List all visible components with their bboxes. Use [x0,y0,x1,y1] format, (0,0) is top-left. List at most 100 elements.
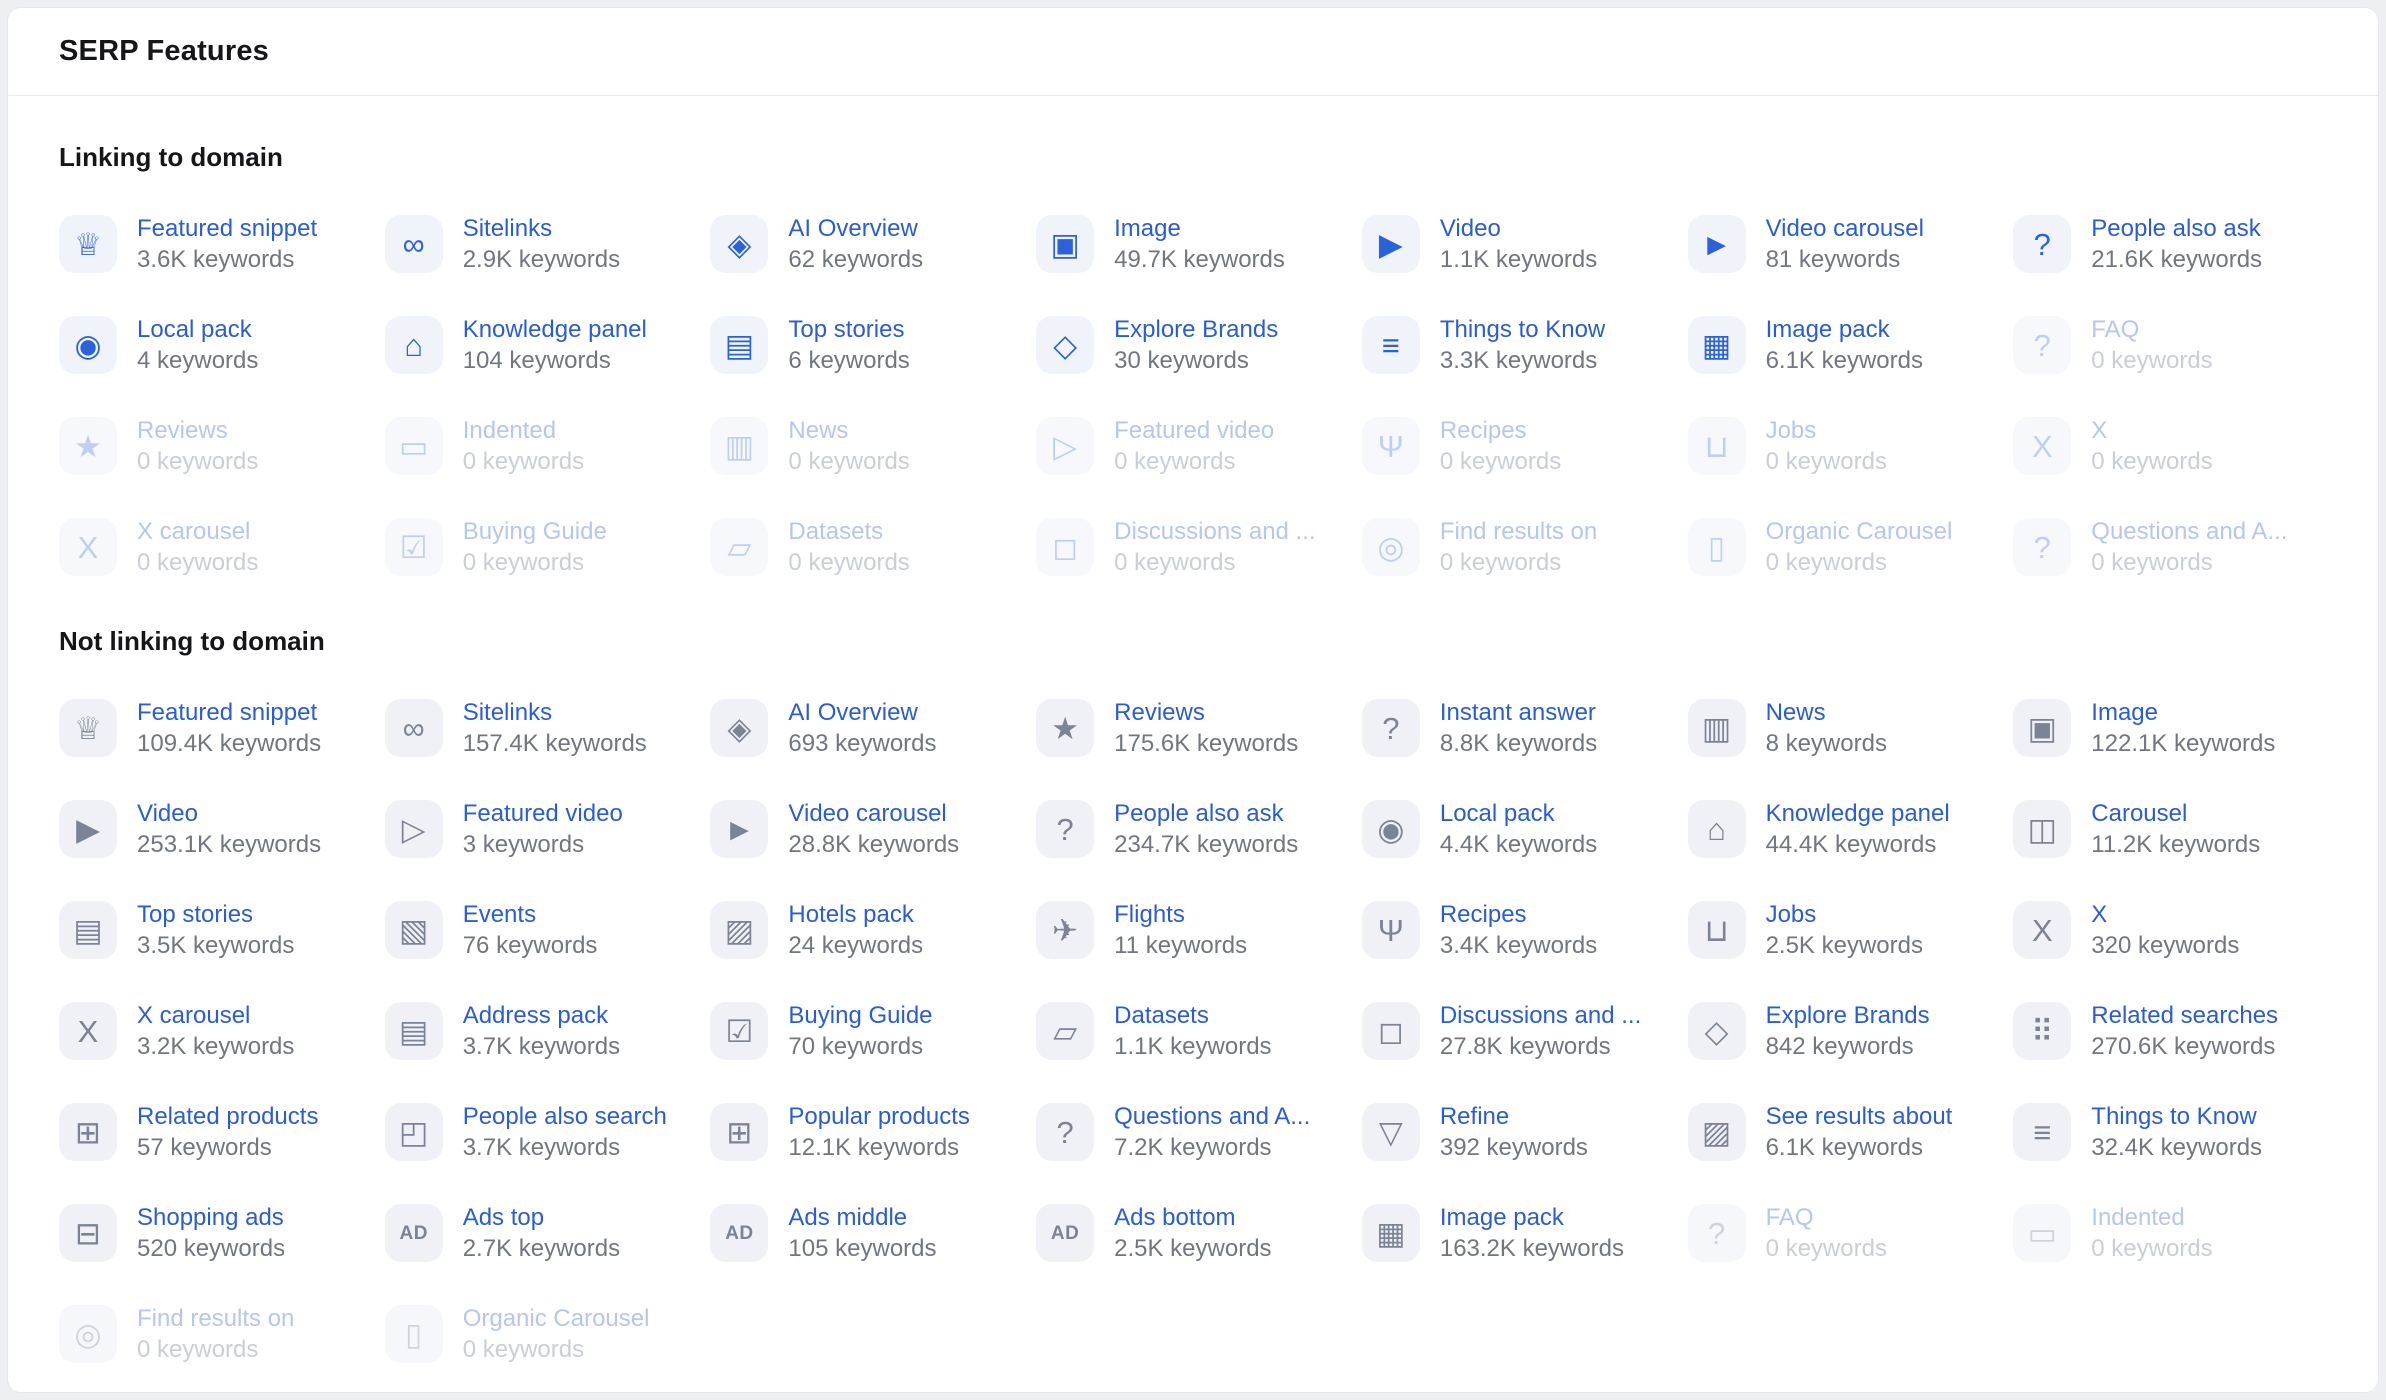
feature-link[interactable]: Image [1114,213,1285,244]
feature-link[interactable]: Ads bottom [1114,1202,1271,1233]
feature-link[interactable]: Jobs [1766,899,1923,930]
tag-icon: ◇ [1036,316,1095,374]
feature-link[interactable]: AI Overview [788,697,936,728]
feature-link: Organic Carousel [462,1305,650,1332]
image-pack-icon: ▦ [1361,1204,1420,1262]
feature-link[interactable]: Related products [137,1101,318,1132]
feature-link[interactable]: Popular products [788,1101,969,1132]
feature-link[interactable]: Things to Know [1440,314,1605,345]
feature-link: Indented [462,417,557,444]
feature-keyword-count: 0 keywords [1765,549,1887,576]
news-icon: ▥ [710,417,769,475]
feature-link[interactable]: Sitelinks [463,213,620,244]
feature-link[interactable]: Explore Brands [1114,314,1278,345]
feature-link[interactable]: Events [463,899,598,930]
feature-keyword-count: 2.9K keywords [462,246,621,273]
featured-video-icon: ▷ [1036,417,1095,475]
feature-item: ◈ AI Overview 693 keywords [710,695,1024,761]
feature-link[interactable]: Address pack [463,1000,620,1031]
instant-answer-icon: ? [1361,699,1420,757]
feature-item: ◎ Find results on 0 keywords [1361,514,1676,580]
feature-link[interactable]: Related searches [2091,1000,2278,1031]
feature-link: FAQ [1765,1204,1814,1231]
feature-link[interactable]: News [1766,697,1887,728]
feature-item: ▥ News 0 keywords [710,413,1024,479]
feature-link: X carousel [137,518,251,545]
search-check-icon: ◎ [1361,518,1420,576]
feature-keyword-count: 693 keywords [788,730,937,757]
feature-link[interactable]: Video [137,798,321,829]
feature-item: ► Video carousel 81 keywords [1687,211,2002,277]
feature-link[interactable]: Flights [1114,899,1247,930]
feature-link[interactable]: Refine [1440,1101,1588,1132]
feature-keyword-count: 392 keywords [1439,1134,1588,1161]
feature-item: ≡ Things to Know 3.3K keywords [1361,312,1676,378]
feature-link[interactable]: See results about [1766,1101,1953,1132]
feature-item: ◫ Carousel 11.2K keywords [2013,796,2327,862]
panel-header: SERP Features [8,8,2378,96]
feature-link[interactable]: Featured snippet [137,213,317,244]
question-circle-icon: ? [2013,316,2072,374]
feature-link: Find results on [137,1305,295,1332]
feature-link[interactable]: Hotels pack [788,899,923,930]
indented-icon: ▭ [2013,1204,2072,1262]
feature-link[interactable]: AI Overview [788,213,923,244]
panel-content: Linking to domain ♕ Featured snippet 3.6… [8,142,2378,1367]
section-linking: Linking to domain ♕ Featured snippet 3.6… [59,142,2327,580]
feature-link[interactable]: Shopping ads [137,1202,285,1233]
feature-item: ⌂ Knowledge panel 44.4K keywords [1687,796,2002,862]
feature-keyword-count: 27.8K keywords [1439,1033,1611,1060]
feature-link[interactable]: Ads top [463,1202,620,1233]
feature-link[interactable]: Top stories [137,899,294,930]
feature-link[interactable]: People also search [463,1101,667,1132]
feature-keyword-count: 0 keywords [2091,1235,2213,1262]
x-icon: X [2013,417,2072,475]
image-icon: ▣ [2013,699,2072,757]
feature-link[interactable]: Instant answer [1440,697,1597,728]
feature-link[interactable]: Image [2091,697,2275,728]
feature-link[interactable]: Image pack [1766,314,1923,345]
feature-link[interactable]: Video [1440,213,1597,244]
feature-link[interactable]: Sitelinks [463,697,647,728]
feature-link[interactable]: Top stories [788,314,909,345]
feature-link[interactable]: Video carousel [1766,213,1924,244]
feature-link: News [788,417,849,444]
feature-link[interactable]: Knowledge panel [1766,798,1950,829]
feature-link[interactable]: People also ask [1114,798,1298,829]
feature-link[interactable]: Local pack [1440,798,1597,829]
feature-item: ◇ Explore Brands 30 keywords [1036,312,1350,378]
feature-link[interactable]: Reviews [1114,697,1298,728]
feature-keyword-count: 163.2K keywords [1439,1235,1624,1262]
play-carousel-icon: ► [1687,215,1746,273]
related-searches-icon: ⠿ [2013,1002,2072,1060]
feature-link[interactable]: Image pack [1440,1202,1624,1233]
feature-link[interactable]: Local pack [137,314,258,345]
feature-item: ◎ Find results on 0 keywords [59,1301,373,1367]
graduation-cap-icon: ⌂ [384,316,443,374]
feature-item: X X carousel 0 keywords [59,514,373,580]
feature-link[interactable]: X [2091,899,2239,930]
feature-item: ▭ Indented 0 keywords [2013,1200,2327,1266]
feature-link[interactable]: Ads middle [788,1202,936,1233]
feature-link[interactable]: Questions and A... [1114,1101,1310,1132]
feature-link[interactable]: Video carousel [788,798,959,829]
feature-keyword-count: 4 keywords [137,347,259,374]
see-results-icon: ▨ [1687,1103,1746,1161]
organic-carousel-icon: ▯ [1687,518,1746,576]
feature-link[interactable]: Buying Guide [788,1000,932,1031]
feature-link[interactable]: Carousel [2091,798,2260,829]
feature-link[interactable]: Featured video [463,798,623,829]
feature-link[interactable]: Things to Know [2091,1101,2262,1132]
feature-link[interactable]: Explore Brands [1766,1000,1930,1031]
feature-keyword-count: 3.5K keywords [137,932,295,959]
feature-link[interactable]: Recipes [1440,899,1597,930]
news-icon: ▥ [1687,699,1746,757]
x-carousel-icon: X [59,518,117,576]
feature-link[interactable]: Discussions and ... [1440,1000,1641,1031]
feature-link[interactable]: Datasets [1114,1000,1271,1031]
feature-link[interactable]: Featured snippet [137,697,321,728]
feature-link[interactable]: Knowledge panel [463,314,647,345]
feature-link[interactable]: People also ask [2091,213,2262,244]
feature-keyword-count: 11 keywords [1114,932,1248,959]
feature-link[interactable]: X carousel [137,1000,294,1031]
